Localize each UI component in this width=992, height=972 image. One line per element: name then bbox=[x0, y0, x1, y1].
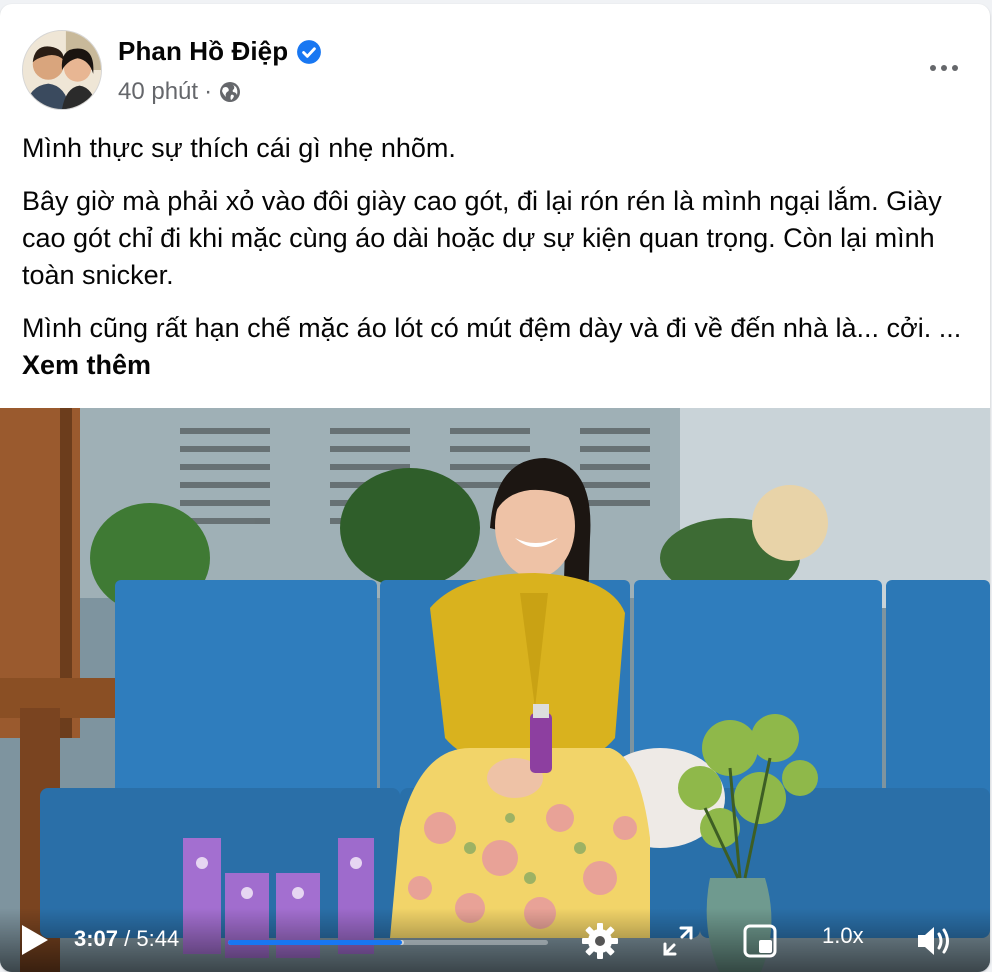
video-controls: 3:07 / 5:44 1.0x bbox=[0, 908, 990, 972]
post-timestamp[interactable]: 40 phút bbox=[118, 78, 198, 106]
playback-speed-button[interactable]: 1.0x bbox=[822, 923, 864, 949]
verified-badge-icon bbox=[296, 39, 322, 65]
duration: 5:44 bbox=[136, 926, 180, 951]
meta-separator: · bbox=[204, 78, 213, 105]
post-paragraph: Bây giờ mà phải xỏ vào đôi giày cao gót,… bbox=[22, 186, 942, 290]
post-text: Mình thực sự thích cái gì nhẹ nhõm. Bây … bbox=[22, 130, 972, 400]
author-avatar[interactable] bbox=[22, 30, 102, 110]
progress-bar[interactable] bbox=[228, 940, 548, 945]
current-time: 3:07 bbox=[74, 926, 119, 951]
post-paragraph: Mình thực sự thích cái gì nhẹ nhõm. bbox=[22, 133, 456, 163]
more-options-button[interactable] bbox=[920, 48, 968, 88]
more-horizontal-icon-dot bbox=[930, 65, 936, 71]
post-card: Phan Hồ Điệp 40 phút · Mình thực sự thíc… bbox=[0, 4, 990, 972]
video-player[interactable]: 3:07 / 5:44 1.0x bbox=[0, 408, 990, 972]
see-more-link[interactable]: Xem thêm bbox=[22, 350, 151, 380]
post-paragraph-text: Mình cũng rất hạn chế mặc áo lót có mút … bbox=[22, 313, 962, 343]
post-header: Phan Hồ Điệp 40 phút · bbox=[22, 30, 968, 114]
globe-icon[interactable] bbox=[218, 80, 242, 104]
author-name-row: Phan Hồ Điệp bbox=[118, 36, 322, 67]
time-separator: / bbox=[118, 926, 137, 951]
play-icon[interactable] bbox=[18, 922, 52, 958]
post-meta: 40 phút · bbox=[118, 78, 242, 106]
author-name[interactable]: Phan Hồ Điệp bbox=[118, 36, 288, 67]
post-paragraph-truncated: Mình cũng rất hạn chế mặc áo lót có mút … bbox=[22, 310, 972, 384]
picture-in-picture-icon[interactable] bbox=[740, 921, 780, 961]
video-time: 3:07 / 5:44 bbox=[74, 926, 179, 952]
fullscreen-icon[interactable] bbox=[658, 921, 698, 961]
volume-icon[interactable] bbox=[914, 921, 954, 961]
progress-played bbox=[228, 940, 403, 945]
settings-gear-icon[interactable] bbox=[580, 921, 620, 961]
more-horizontal-icon-dot bbox=[952, 65, 958, 71]
video-frame bbox=[0, 408, 990, 972]
more-horizontal-icon-dot bbox=[941, 65, 947, 71]
